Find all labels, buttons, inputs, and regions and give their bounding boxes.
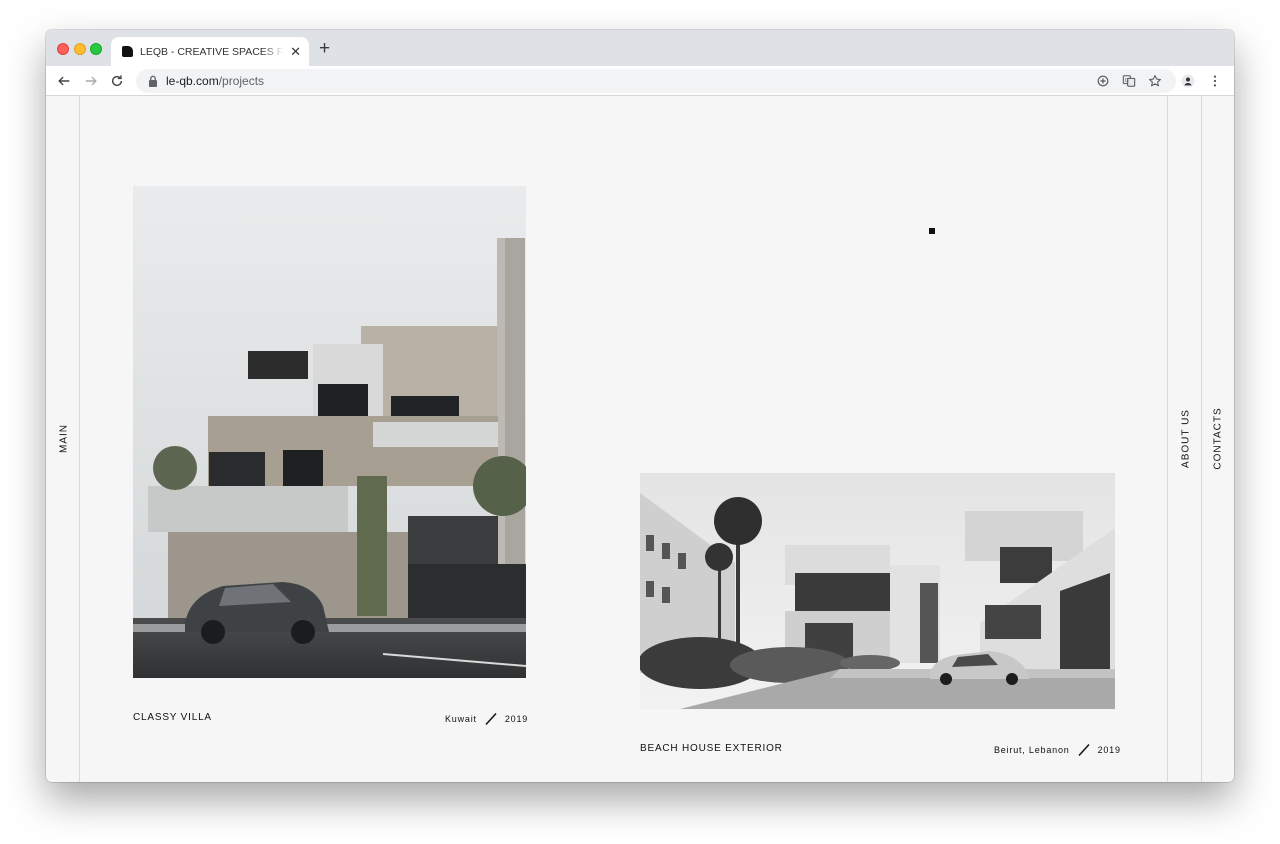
project-meta-beach-house-exterior: Beirut, Lebanon 2019 (994, 743, 1121, 757)
project-year: 2019 (504, 714, 529, 724)
tab-title: LEQB - CREATIVE SPACES FOR LIFE (140, 45, 284, 58)
projects-page: MAIN ABOUT US CONTACTS CLASSY VILLA Kuwa… (46, 96, 1234, 782)
left-rail-divider (79, 96, 80, 782)
address-bar[interactable]: le-qb.com /projects (136, 69, 1176, 93)
url-path: /projects (218, 74, 265, 88)
svg-text:G: G (1125, 78, 1129, 84)
right-rail-divider-2 (1201, 96, 1202, 782)
tab-close-icon[interactable]: ✕ (290, 45, 301, 58)
url-host: le-qb.com (166, 74, 219, 88)
project-location: Beirut, Lebanon (994, 745, 1070, 755)
browser-toolbar: le-qb.com /projects G (46, 66, 1234, 96)
project-title-classy-villa[interactable]: CLASSY VILLA (133, 712, 212, 723)
nav-about-us-link[interactable]: ABOUT US (1181, 404, 1192, 474)
nav-main-link[interactable]: MAIN (59, 417, 70, 461)
project-meta-classy-villa: Kuwait 2019 (445, 712, 528, 726)
lock-icon (149, 75, 157, 87)
browser-window: LEQB - CREATIVE SPACES FOR LIFE ✕ + le-q… (46, 30, 1234, 782)
slash-divider-icon (485, 712, 497, 726)
nav-contacts-link[interactable]: CONTACTS (1213, 404, 1224, 474)
bookmark-star-icon[interactable] (1147, 73, 1163, 89)
right-rail-divider-1 (1167, 96, 1168, 782)
project-title-beach-house-exterior[interactable]: BEACH HOUSE EXTERIOR (640, 743, 783, 754)
profile-avatar-icon[interactable] (1180, 73, 1196, 89)
maximize-window-button[interactable] (90, 43, 102, 55)
favicon-icon (122, 46, 133, 57)
project-image-beach-house-exterior[interactable] (640, 473, 1115, 709)
kebab-menu-icon[interactable] (1207, 73, 1223, 89)
browser-tab-active[interactable]: LEQB - CREATIVE SPACES FOR LIFE ✕ (111, 37, 309, 66)
reload-icon[interactable] (108, 72, 126, 90)
plus-circle-icon[interactable] (1095, 73, 1111, 89)
new-tab-plus-icon[interactable]: + (319, 39, 330, 58)
tab-strip: LEQB - CREATIVE SPACES FOR LIFE ✕ + (46, 30, 1234, 66)
project-image-classy-villa[interactable] (133, 186, 526, 678)
close-window-button[interactable] (57, 43, 69, 55)
slash-divider-icon (1078, 743, 1090, 757)
project-location: Kuwait (445, 714, 477, 724)
translate-icon[interactable]: G (1121, 73, 1137, 89)
cursor-dot (929, 228, 935, 234)
minimize-window-button[interactable] (74, 43, 86, 55)
forward-arrow-icon[interactable] (82, 72, 100, 90)
back-arrow-icon[interactable] (55, 72, 73, 90)
project-year: 2019 (1097, 745, 1121, 755)
